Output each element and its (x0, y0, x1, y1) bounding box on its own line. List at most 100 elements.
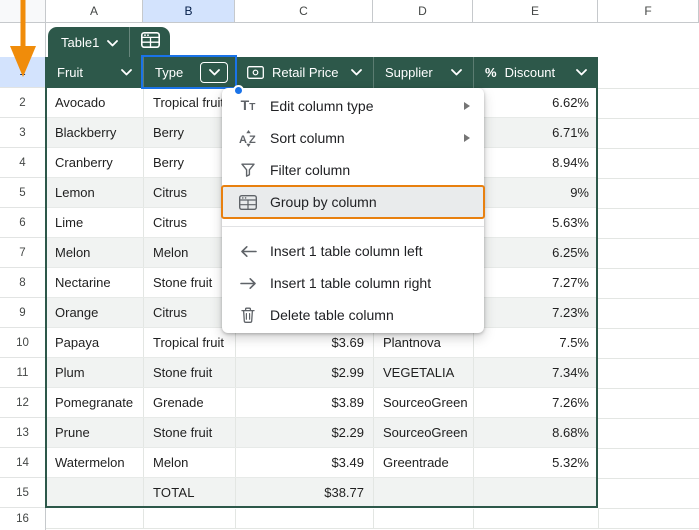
cell-discount-5[interactable]: 9% (473, 178, 598, 207)
filter-icon (238, 163, 258, 177)
cell-price-15[interactable]: $38.77 (235, 478, 373, 507)
menu-item-insert-1-table-column-right[interactable]: Insert 1 table column right (222, 267, 484, 299)
row-header-4[interactable]: 4 (0, 148, 46, 178)
cell-discount-6[interactable]: 5.63% (473, 208, 598, 237)
cell-fruit-9[interactable]: Orange (46, 298, 143, 327)
cell-fruit-13[interactable]: Prune (46, 418, 143, 447)
cell-type-13[interactable]: Stone fruit (143, 418, 235, 447)
cell-discount-9[interactable]: 7.23% (473, 298, 598, 327)
row-header-3[interactable]: 3 (0, 118, 46, 148)
cell-price-14[interactable]: $3.49 (235, 448, 373, 477)
menu-item-edit-column-type[interactable]: TTEdit column type (222, 90, 484, 122)
cell-supplier-14[interactable]: Greentrade (373, 448, 473, 477)
row-header-7[interactable]: 7 (0, 238, 46, 268)
row-header-13[interactable]: 13 (0, 418, 46, 448)
column-label: Supplier (385, 65, 433, 80)
menu-item-delete-table-column[interactable]: Delete table column (222, 299, 484, 331)
cell-fruit-2[interactable]: Avocado (46, 88, 143, 117)
table-name-tab[interactable]: Table1 (48, 27, 170, 57)
row-header-6[interactable]: 6 (0, 208, 46, 238)
menu-item-label: Edit column type (270, 98, 374, 114)
cell-fruit-15[interactable] (46, 478, 143, 507)
cell-price-12[interactable]: $3.89 (235, 388, 373, 417)
column-header-F[interactable]: F (598, 0, 699, 23)
sheet-corner[interactable] (0, 0, 46, 23)
column-header-C[interactable]: C (235, 0, 373, 23)
table-column-header-type[interactable]: Type (143, 57, 235, 88)
row-header-9[interactable]: 9 (0, 298, 46, 328)
column-dropdown-menu: TTEdit column typeAZSort columnFilter co… (222, 88, 484, 333)
row-header-11[interactable]: 11 (0, 358, 46, 388)
cell-fruit-4[interactable]: Cranberry (46, 148, 143, 177)
table-column-header-price[interactable]: Retail Price (235, 57, 373, 88)
chevron-down-icon[interactable] (121, 69, 132, 76)
menu-item-group-by-column[interactable]: Group by column (222, 186, 484, 218)
cell-price-11[interactable]: $2.99 (235, 358, 373, 387)
table-row-15: TOTAL$38.77 (46, 478, 598, 508)
cell-fruit-8[interactable]: Nectarine (46, 268, 143, 297)
cell-discount-12[interactable]: 7.26% (473, 388, 598, 417)
table-grid-icon (141, 32, 160, 53)
chevron-down-icon[interactable] (351, 69, 362, 76)
row-header-5[interactable]: 5 (0, 178, 46, 208)
cell-fruit-10[interactable]: Papaya (46, 328, 143, 357)
cell-type-15[interactable]: TOTAL (143, 478, 235, 507)
table-name-button[interactable]: Table1 (48, 27, 129, 57)
cell-price-13[interactable]: $2.29 (235, 418, 373, 447)
cell-supplier-15[interactable] (373, 478, 473, 507)
type-column-dropdown-button[interactable] (200, 62, 228, 83)
cell-type-12[interactable]: Grenade (143, 388, 235, 417)
column-header-B[interactable]: B (143, 0, 235, 23)
table-row-12: PomegranateGrenade$3.89SourceoGreen7.26% (46, 388, 598, 418)
menu-item-sort-column[interactable]: AZSort column (222, 122, 484, 154)
row-header-2[interactable]: 2 (0, 88, 46, 118)
cell-discount-15[interactable] (473, 478, 598, 507)
row-header-12[interactable]: 12 (0, 388, 46, 418)
row-header-1[interactable]: 1 (0, 57, 46, 88)
submenu-arrow-icon (464, 134, 470, 142)
row-header-14[interactable]: 14 (0, 448, 46, 478)
cell-type-11[interactable]: Stone fruit (143, 358, 235, 387)
fill-handle[interactable] (233, 85, 244, 96)
cell-discount-7[interactable]: 6.25% (473, 238, 598, 267)
row-header-15[interactable]: 15 (0, 478, 46, 508)
percent-icon: % (485, 65, 497, 80)
menu-item-filter-column[interactable]: Filter column (222, 154, 484, 186)
cell-type-10[interactable]: Tropical fruit (143, 328, 235, 357)
cell-discount-2[interactable]: 6.62% (473, 88, 598, 117)
cell-discount-10[interactable]: 7.5% (473, 328, 598, 357)
cell-fruit-5[interactable]: Lemon (46, 178, 143, 207)
cell-supplier-12[interactable]: SourceoGreen (373, 388, 473, 417)
table-view-button[interactable] (130, 27, 170, 57)
cell-fruit-3[interactable]: Blackberry (46, 118, 143, 147)
chevron-down-icon[interactable] (576, 69, 587, 76)
table-column-header-supplier[interactable]: Supplier (373, 57, 473, 88)
row-header-8[interactable]: 8 (0, 268, 46, 298)
row-header-10[interactable]: 10 (0, 328, 46, 358)
cell-fruit-7[interactable]: Melon (46, 238, 143, 267)
cell-discount-4[interactable]: 8.94% (473, 148, 598, 177)
cell-type-14[interactable]: Melon (143, 448, 235, 477)
cell-supplier-11[interactable]: VEGETALIA (373, 358, 473, 387)
menu-item-label: Sort column (270, 130, 345, 146)
cell-fruit-6[interactable]: Lime (46, 208, 143, 237)
cell-fruit-12[interactable]: Pomegranate (46, 388, 143, 417)
cell-discount-11[interactable]: 7.34% (473, 358, 598, 387)
table-column-header-fruit[interactable]: Fruit (46, 57, 143, 88)
column-header-D[interactable]: D (373, 0, 473, 23)
table-column-header-discount[interactable]: %Discount (473, 57, 598, 88)
column-label: Type (155, 65, 183, 80)
cell-discount-8[interactable]: 7.27% (473, 268, 598, 297)
column-header-A[interactable]: A (46, 0, 143, 23)
cell-supplier-13[interactable]: SourceoGreen (373, 418, 473, 447)
cell-discount-13[interactable]: 8.68% (473, 418, 598, 447)
column-header-E[interactable]: E (473, 0, 598, 23)
row-header-16[interactable]: 16 (0, 508, 46, 530)
cell-discount-3[interactable]: 6.71% (473, 118, 598, 147)
chevron-down-icon[interactable] (451, 69, 462, 76)
menu-item-label: Delete table column (270, 307, 394, 323)
cell-discount-14[interactable]: 5.32% (473, 448, 598, 477)
menu-item-insert-1-table-column-left[interactable]: Insert 1 table column left (222, 235, 484, 267)
cell-fruit-11[interactable]: Plum (46, 358, 143, 387)
cell-fruit-14[interactable]: Watermelon (46, 448, 143, 477)
